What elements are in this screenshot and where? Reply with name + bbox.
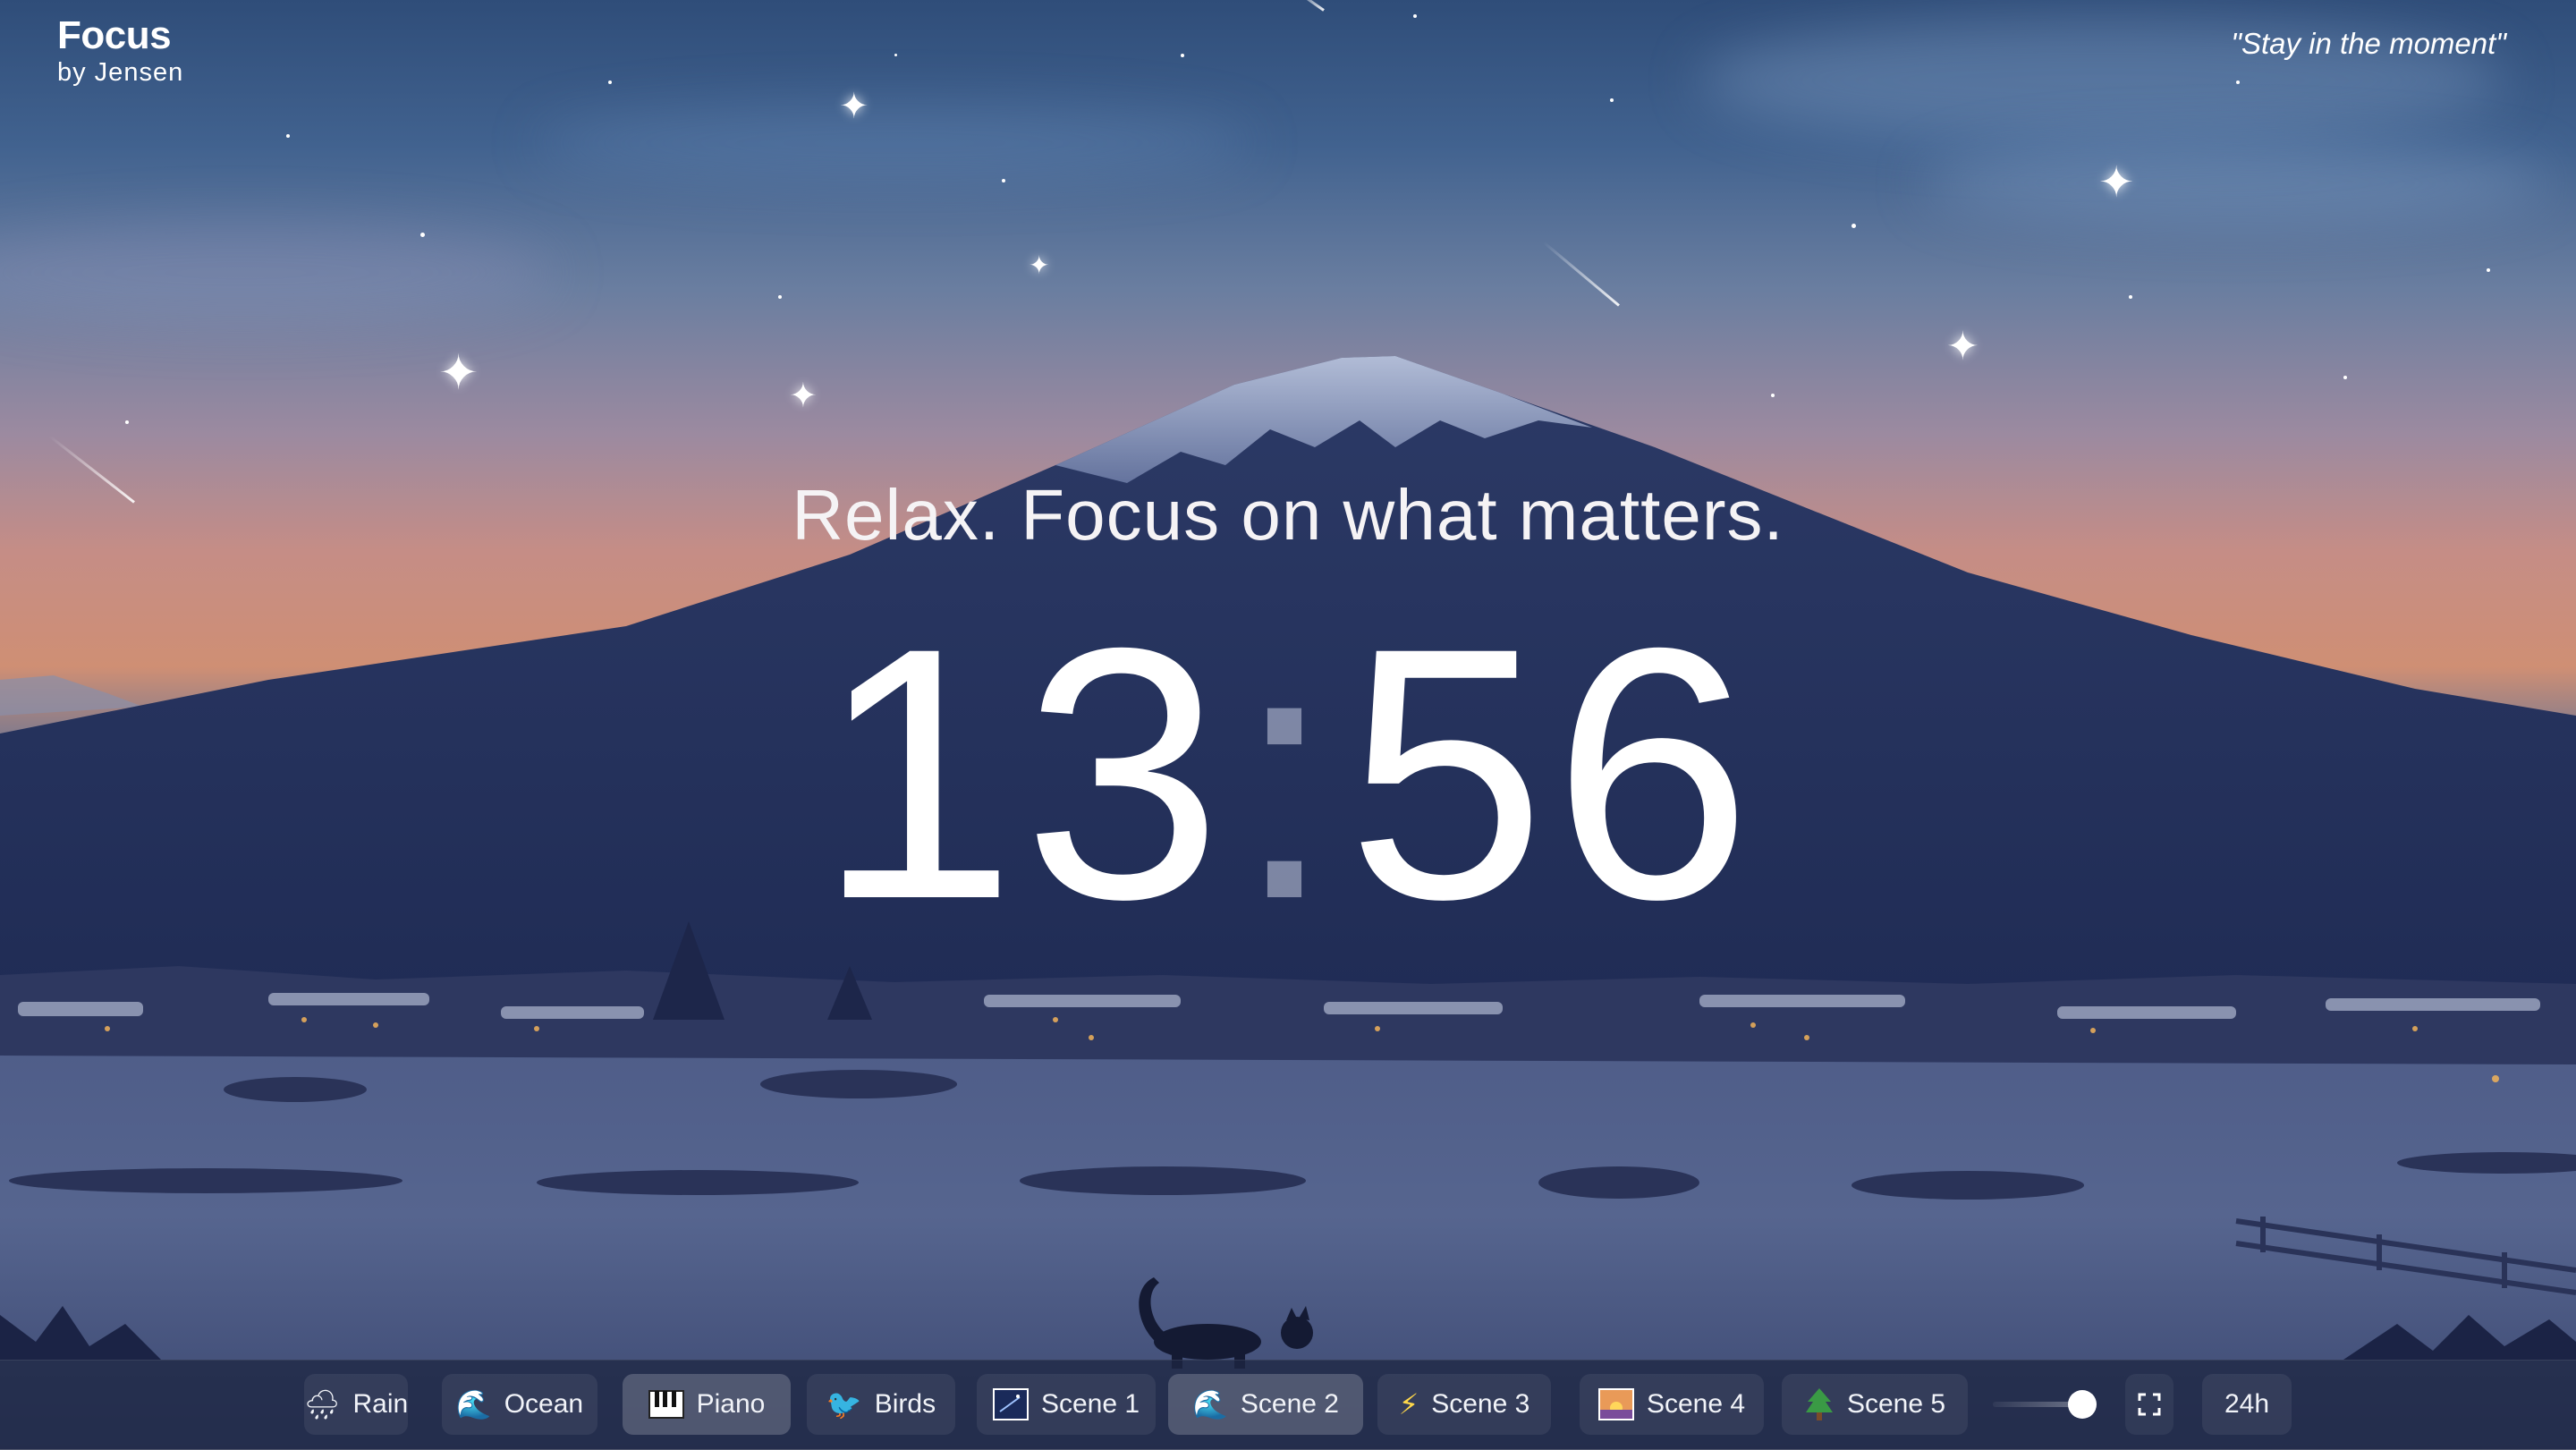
sound-button-rain[interactable]: 🌧 Rain [304, 1374, 408, 1435]
night-sky-icon [992, 1388, 1029, 1420]
scene-label: Scene 2 [1240, 1389, 1339, 1419]
clock-minutes: 56 [1346, 573, 1759, 973]
sound-label: Piano [696, 1389, 766, 1419]
scene-label: Scene 5 [1846, 1389, 1946, 1419]
sunrise-icon [1597, 1388, 1634, 1420]
lightning-icon: ⚡ [1398, 1387, 1419, 1421]
scene-label: Scene 4 [1646, 1389, 1746, 1419]
tagline: Relax. Focus on what matters. [792, 475, 1784, 555]
wave-icon: 🌊 [455, 1387, 492, 1421]
time-format-toggle[interactable]: 24h [2202, 1374, 2292, 1435]
scene-button-1[interactable]: Scene 1 [977, 1374, 1156, 1435]
scene-button-2[interactable]: 🌊 Scene 2 [1168, 1374, 1363, 1435]
sound-label: Rain [352, 1389, 409, 1419]
clock-hours: 13 [817, 573, 1230, 973]
rain-cloud-icon: 🌧 [303, 1387, 341, 1421]
brand-subtitle: by Jensen [57, 58, 184, 87]
scene-button-3[interactable]: ⚡ Scene 3 [1377, 1374, 1551, 1435]
brand-title: Focus [57, 13, 172, 57]
clock-separator: : [1234, 573, 1342, 973]
sound-button-piano[interactable]: Piano [623, 1374, 791, 1435]
piano-icon [648, 1390, 684, 1419]
scene-label: Scene 1 [1040, 1389, 1140, 1419]
quote-text: "Stay in the moment" [2231, 27, 2506, 60]
sound-label: Birds [874, 1389, 936, 1419]
sound-button-birds[interactable]: 🐦 Birds [807, 1374, 955, 1435]
time-format-label: 24h [2224, 1389, 2270, 1419]
clock-display: 13:56 [0, 586, 2576, 962]
scene-button-5[interactable]: Scene 5 [1782, 1374, 1968, 1435]
fullscreen-button[interactable] [2125, 1374, 2174, 1435]
fullscreen-icon [2138, 1393, 2161, 1416]
volume-slider-thumb[interactable] [2067, 1390, 2097, 1419]
scene-button-4[interactable]: Scene 4 [1580, 1374, 1764, 1435]
sound-label: Ocean [504, 1389, 584, 1419]
scene-label: Scene 3 [1431, 1389, 1530, 1419]
bird-icon: 🐦 [826, 1387, 862, 1421]
brand: Focus by Jensen [57, 13, 183, 86]
pine-tree-icon [1804, 1387, 1835, 1421]
wave-icon: 🌊 [1192, 1387, 1228, 1421]
sound-button-ocean[interactable]: 🌊 Ocean [442, 1374, 597, 1435]
